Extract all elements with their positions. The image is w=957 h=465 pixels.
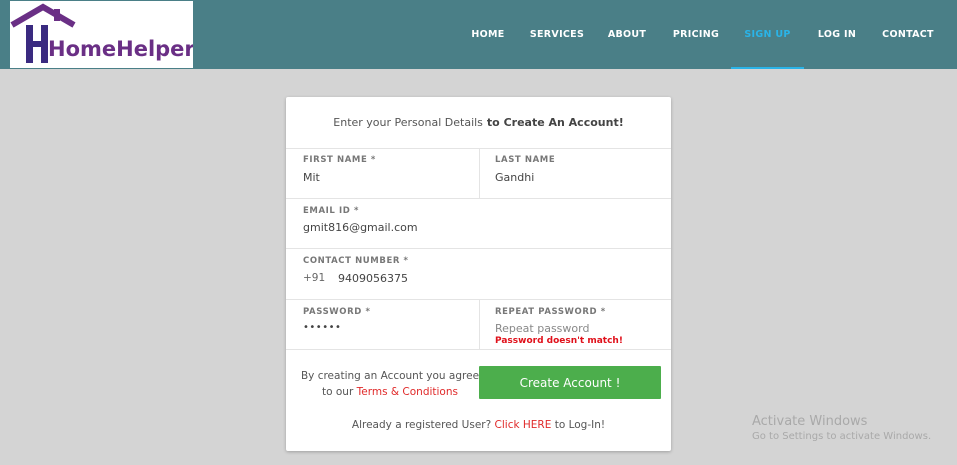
login-prompt-suffix: to Log-In! [554,419,606,431]
repeat-password-placeholder[interactable]: Repeat password [495,322,589,335]
divider [479,299,480,349]
password-label: PASSWORD * [303,307,371,317]
create-account-button[interactable]: Create Account ! [479,366,661,399]
form-title-emphasis: to Create An Account! [486,116,624,129]
contact-number-value[interactable]: 9409056375 [338,272,408,285]
divider [286,198,671,199]
email-value[interactable]: gmit816@gmail.com [303,221,418,234]
watermark-title: Activate Windows [752,414,868,429]
nav-sign-up[interactable]: SIGN UP [731,0,804,69]
signup-card: Enter your Personal Details to Create An… [286,97,671,451]
form-title-text: Enter your Personal Details [333,116,483,129]
email-label: EMAIL ID * [303,206,360,216]
nav-about[interactable]: ABOUT [602,0,652,69]
nav-home[interactable]: HOME [462,0,514,69]
login-prompt-text: Already a registered User? [351,419,492,431]
brand-name: HomeHelpers [48,37,193,61]
divider [479,148,480,198]
repeat-password-label: REPEAT PASSWORD * [495,307,606,317]
windows-activation-watermark: Activate Windows Go to Settings to activ… [752,414,931,442]
brand-logo[interactable]: HomeHelpers [10,1,193,68]
nav-services[interactable]: SERVICES [526,0,588,69]
divider [286,349,671,350]
nav-contact[interactable]: CONTACT [877,0,939,69]
nav-pricing[interactable]: PRICING [666,0,726,69]
contact-number-label: CONTACT NUMBER * [303,256,409,266]
login-prompt: Already a registered User? Click HERE to… [286,419,671,431]
divider [286,248,671,249]
password-mismatch-error: Password doesn't match! [495,336,623,346]
terms-link[interactable]: Terms & Conditions [357,386,458,398]
country-code: +91 [303,272,326,284]
form-title: Enter your Personal Details to Create An… [286,97,671,148]
nav-log-in[interactable]: LOG IN [812,0,862,69]
login-link[interactable]: Click HERE [495,419,552,431]
watermark-subtitle: Go to Settings to activate Windows. [752,431,932,442]
first-name-value[interactable]: Mit [303,171,320,184]
terms-agreement: By creating an Account you agree to our … [300,368,480,400]
first-name-label: FIRST NAME * [303,155,376,165]
top-navbar: HomeHelpers HOME SERVICES ABOUT PRICING … [0,0,957,69]
last-name-value[interactable]: Gandhi [495,171,534,184]
password-value[interactable]: •••••• [303,322,341,333]
last-name-label: LAST NAME [495,155,556,165]
